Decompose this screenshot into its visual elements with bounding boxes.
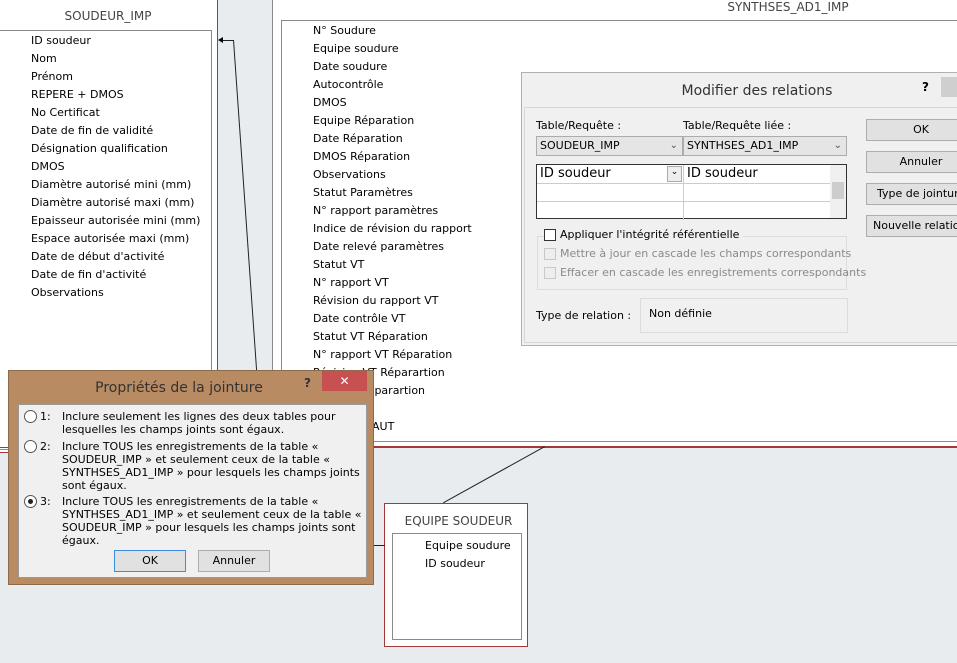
join-option-number: 1: — [40, 410, 51, 423]
ok-button[interactable]: OK — [866, 119, 957, 141]
table-field[interactable]: Statut VT Réparation — [313, 330, 428, 343]
field-list[interactable]: Equipe soudure ID soudeur — [392, 533, 522, 640]
dialog-title: Modifier des relations — [681, 83, 833, 99]
join-option-number: 3: — [40, 495, 51, 508]
cancel-button[interactable]: Annuler — [866, 151, 957, 173]
new-relation-button[interactable]: Nouvelle relation... — [866, 215, 957, 237]
table-field[interactable]: Révision du rapport VT — [313, 294, 438, 307]
table-select[interactable]: SOUDEUR_IMP ⌄ — [536, 136, 683, 156]
table-field[interactable]: Statut VT — [313, 258, 364, 271]
table-field[interactable]: Equipe Réparation — [313, 114, 414, 127]
table-field[interactable]: Equipe soudure — [313, 42, 399, 55]
table-field[interactable]: ID soudeur — [31, 34, 91, 47]
table-field[interactable]: Equipe soudure — [425, 539, 511, 552]
table-field[interactable]: Indice de révision du rapport — [313, 222, 472, 235]
table-field[interactable]: Observations — [31, 286, 104, 299]
table-field[interactable]: Espace autorisée maxi (mm) — [31, 232, 189, 245]
table-field[interactable]: Prénom — [31, 70, 73, 83]
table-field[interactable]: Date de fin d'activité — [31, 268, 146, 281]
linked-table-select-value: SYNTHSES_AD1_IMP — [687, 139, 799, 152]
table-field[interactable]: N° Soudure — [313, 24, 376, 37]
join-option-radio[interactable] — [24, 440, 37, 453]
join-option-text[interactable]: Inclure TOUS les enregistrements de la t… — [62, 495, 362, 547]
relation-type-value: Non définie — [649, 307, 712, 320]
join-option-text[interactable]: Inclure TOUS les enregistrements de la t… — [62, 440, 362, 492]
arrow-icon — [218, 37, 223, 43]
dialog-title: Propriétés de la jointure — [95, 380, 263, 396]
table-field[interactable]: REPERE + DMOS — [31, 88, 124, 101]
cancel-button[interactable]: Annuler — [198, 550, 270, 572]
relation-type-label: Type de relation : — [536, 309, 632, 322]
table-select-value: SOUDEUR_IMP — [540, 139, 620, 152]
checkbox — [544, 267, 556, 279]
relation-line[interactable] — [233, 40, 258, 371]
table-field[interactable]: No Certificat — [31, 106, 100, 119]
join-type-button[interactable]: Type de jointure... — [866, 183, 957, 205]
join-option-radio[interactable] — [24, 495, 37, 508]
table-field[interactable]: Observations — [313, 168, 386, 181]
scrollbar[interactable] — [830, 165, 846, 218]
table-field[interactable]: Date de début d'activité — [31, 250, 164, 263]
table-field[interactable]: Date Réparation — [313, 132, 403, 145]
table-field[interactable]: Date relevé paramètres — [313, 240, 444, 253]
integrity-checkbox[interactable]: Appliquer l'intégrité référentielle — [544, 228, 744, 241]
relation-line[interactable] — [443, 446, 545, 504]
linked-table-label: Table/Requête liée : — [683, 119, 792, 132]
table-field[interactable]: AUT — [372, 420, 394, 433]
join-option-radio[interactable] — [24, 410, 37, 423]
cascade-update-checkbox: Mettre à jour en cascade les champs corr… — [544, 247, 851, 260]
integrity-group — [537, 236, 847, 290]
field-right-cell[interactable]: ID soudeur — [687, 166, 758, 181]
cascade-delete-checkbox: Effacer en cascade les enregistrements c… — [544, 266, 866, 279]
relation-line[interactable] — [373, 545, 385, 546]
table-field[interactable]: DMOS — [313, 96, 347, 109]
close-button[interactable] — [941, 77, 957, 97]
help-button[interactable]: ? — [922, 80, 929, 94]
table-field[interactable]: Epaisseur autorisée mini (mm) — [31, 214, 200, 227]
checkbox[interactable] — [544, 229, 556, 241]
linked-table-select[interactable]: SYNTHSES_AD1_IMP ⌄ — [683, 136, 847, 156]
table-field[interactable]: DMOS Réparation — [313, 150, 410, 163]
chevron-down-icon: ⌄ — [833, 140, 842, 151]
table-field[interactable]: Statut Paramètres — [313, 186, 413, 199]
table-field[interactable]: N° rapport paramètres — [313, 204, 438, 217]
table-field[interactable]: Nom — [31, 52, 57, 65]
help-button[interactable]: ? — [304, 376, 311, 390]
edit-relations-dialog: Modifier des relations ? Table/Requête :… — [521, 72, 957, 346]
checkbox — [544, 248, 556, 260]
table-field[interactable]: Date contrôle VT — [313, 312, 405, 325]
ok-button[interactable]: OK — [114, 550, 186, 572]
table-title: SYNTHSES_AD1_IMP — [727, 0, 849, 14]
close-button[interactable]: ✕ — [322, 371, 367, 391]
cascade-delete-label: Effacer en cascade les enregistrements c… — [560, 266, 867, 279]
table-title: SOUDEUR_IMP — [64, 9, 152, 23]
table-field[interactable]: Diamètre autorisé maxi (mm) — [31, 196, 194, 209]
field-left-cell[interactable]: ID soudeur — [540, 166, 611, 181]
table-title: EQUIPE SOUDEUR — [404, 514, 513, 528]
integrity-label: Appliquer l'intégrité référentielle — [560, 228, 740, 241]
field-grid[interactable]: ID soudeur ⌄ ID soudeur — [536, 164, 847, 220]
table-field[interactable]: N° rapport VT Réparation — [313, 348, 452, 361]
table-field[interactable]: Désignation qualification — [31, 142, 168, 155]
chevron-down-icon: ⌄ — [669, 140, 678, 151]
table-field[interactable]: Autocontrôle — [313, 78, 383, 91]
join-option-number: 2: — [40, 440, 51, 453]
cascade-update-label: Mettre à jour en cascade les champs corr… — [560, 247, 852, 260]
join-option-text[interactable]: Inclure seulement les lignes des deux ta… — [62, 410, 362, 436]
join-properties-dialog: Propriétés de la jointure ? ✕ 1: Inclure … — [8, 370, 374, 585]
chevron-down-icon[interactable]: ⌄ — [667, 166, 682, 182]
table-field[interactable]: ID soudeur — [425, 557, 485, 570]
table-field[interactable]: Date soudure — [313, 60, 387, 73]
table-field[interactable]: Date de fin de validité — [31, 124, 153, 137]
table-field[interactable]: N° rapport VT — [313, 276, 389, 289]
table-label: Table/Requête : — [536, 119, 622, 132]
table-field[interactable]: DMOS — [31, 160, 65, 173]
table-field[interactable]: Diamètre autorisé mini (mm) — [31, 178, 191, 191]
table-equipe-soudeur[interactable]: EQUIPE SOUDEUR Equipe soudure ID soudeur — [384, 503, 528, 647]
